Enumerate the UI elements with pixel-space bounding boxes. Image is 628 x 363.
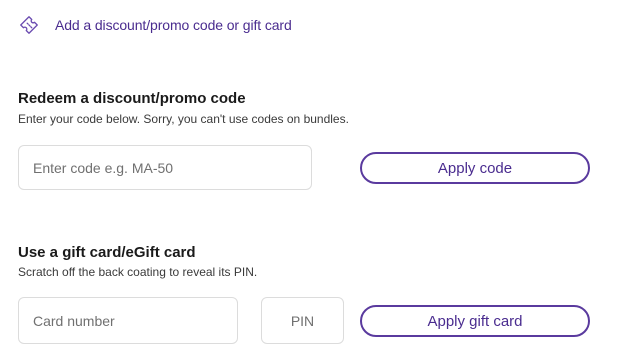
promo-gift-panel: Add a discount/promo code or gift card R… — [0, 0, 628, 363]
promo-toggle-link[interactable]: Add a discount/promo code or gift card — [18, 14, 292, 36]
ticket-icon — [20, 16, 38, 34]
pin-input[interactable] — [261, 297, 344, 344]
promo-section-description: Enter your code below. Sorry, you can't … — [18, 112, 349, 126]
promo-section-title: Redeem a discount/promo code — [18, 90, 246, 107]
promo-toggle-label: Add a discount/promo code or gift card — [55, 17, 292, 33]
promo-code-input[interactable] — [18, 145, 312, 190]
card-number-input[interactable] — [18, 297, 238, 344]
apply-code-button[interactable]: Apply code — [360, 152, 590, 184]
gift-section-title: Use a gift card/eGift card — [18, 244, 196, 261]
gift-section-description: Scratch off the back coating to reveal i… — [18, 265, 258, 279]
apply-gift-card-button[interactable]: Apply gift card — [360, 305, 590, 337]
